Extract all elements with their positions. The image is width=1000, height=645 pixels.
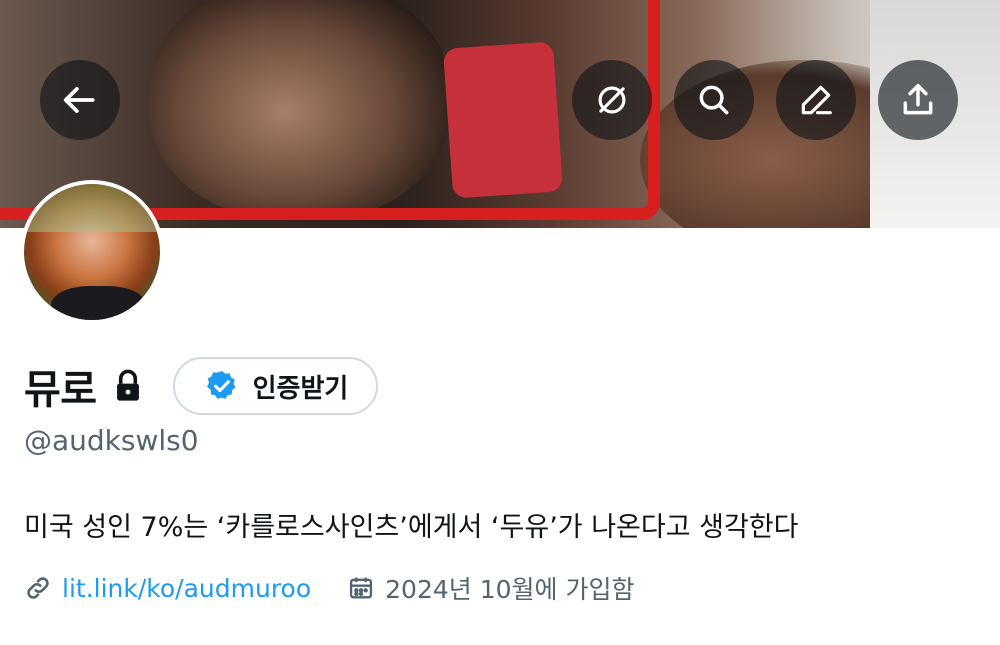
link-icon (27, 577, 49, 599)
joined-date: 2024년 10월에 가입함 (385, 575, 635, 604)
edit-icon (801, 85, 832, 115)
share-button[interactable] (878, 60, 958, 140)
avatar[interactable] (20, 180, 164, 324)
back-arrow-icon (63, 87, 95, 113)
verified-badge-icon (206, 371, 236, 399)
share-icon (903, 84, 933, 115)
avatar-shirt (51, 286, 147, 320)
lock-icon (116, 369, 139, 401)
bio: 미국 성인 7%는 ‘카를로스사인츠’에게서 ‘두유’가 나온다고 생각한다 (24, 512, 799, 543)
profile-meta: lit.link/ko/audmuroo 2024년 10월에 가입함 (24, 570, 634, 606)
search-icon (699, 85, 729, 115)
user-handle: @audkswls0 (24, 424, 199, 457)
back-button[interactable] (40, 60, 120, 140)
avatar-background (24, 184, 160, 232)
get-verified-button[interactable]: 인증받기 (172, 357, 379, 415)
grok-icon (598, 86, 626, 114)
grok-button[interactable] (572, 60, 652, 140)
name-row: 뮤로 인증받기 (24, 356, 379, 416)
profile-link[interactable]: lit.link/ko/audmuroo (62, 574, 311, 603)
edit-button[interactable] (776, 60, 856, 140)
calendar-icon (350, 577, 373, 599)
display-name: 뮤로 (24, 367, 97, 413)
get-verified-label: 인증받기 (252, 373, 349, 404)
search-button[interactable] (674, 60, 754, 140)
